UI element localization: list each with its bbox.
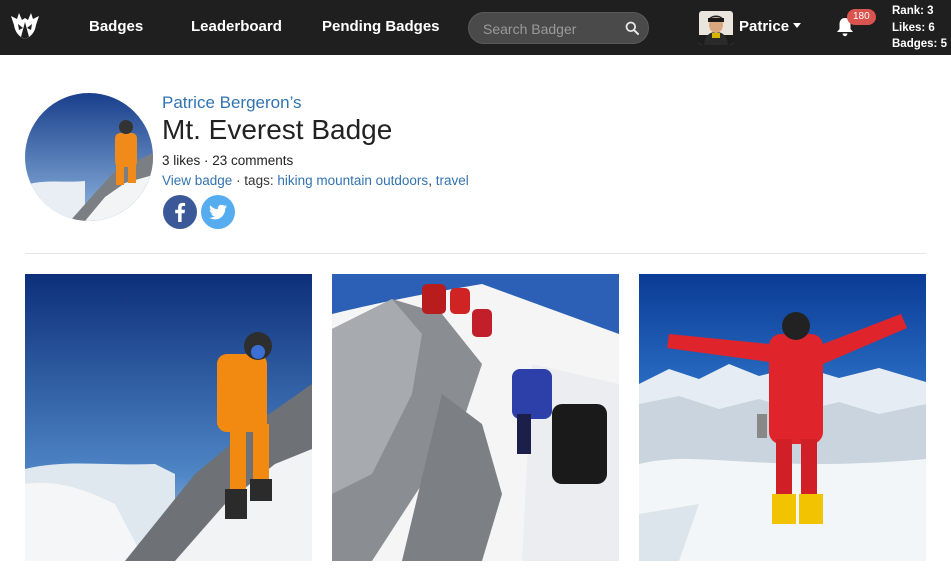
likes-comments-count: 3 likes · 23 comments	[162, 153, 294, 168]
likes-stat: Likes: 6	[892, 21, 935, 34]
nav-link-leaderboard[interactable]: Leaderboard	[191, 18, 282, 35]
user-menu[interactable]: Patrice	[739, 18, 802, 35]
nav-link-pending-badges[interactable]: Pending Badges	[322, 18, 440, 35]
user-name: Patrice	[739, 18, 790, 35]
view-badge-link[interactable]: View badge	[162, 173, 232, 188]
caret-down-icon	[793, 23, 802, 28]
badger-logo-icon[interactable]	[9, 10, 41, 42]
rank-stat: Rank: 3	[892, 5, 934, 17]
search-box	[468, 12, 649, 44]
tag-link-travel[interactable]: travel	[436, 173, 469, 188]
twitter-share-button[interactable]	[201, 195, 235, 229]
nav-link-badges[interactable]: Badges	[89, 18, 143, 35]
tag-link-hiking-mountain-outdoors[interactable]: hiking mountain outdoors	[277, 173, 428, 188]
climber-red-suit-summit-photo[interactable]	[639, 274, 926, 561]
badge-title: Mt. Everest Badge	[162, 114, 393, 145]
climber-orange-suit-photo[interactable]	[25, 274, 312, 561]
climbers-on-ridge-photo[interactable]	[332, 274, 619, 561]
notification-count-badge[interactable]: 180	[847, 9, 876, 25]
user-stats: Rank: 3 Likes: 6 Badges: 5	[892, 3, 947, 53]
top-navbar: Badges Leaderboard Pending Badges Patric…	[0, 0, 951, 55]
facebook-icon	[175, 202, 186, 222]
header-divider	[25, 253, 926, 254]
badge-links-row: View badge · tags: hiking mountain outdo…	[162, 173, 469, 188]
badge-profile-photo	[25, 93, 153, 221]
twitter-icon	[209, 204, 227, 220]
tag-separator: ,	[428, 173, 436, 188]
user-avatar[interactable]	[699, 11, 733, 45]
badges-stat: Badges: 5	[892, 38, 947, 50]
search-icon[interactable]	[625, 21, 639, 35]
tags-label: · tags:	[232, 173, 278, 188]
badge-owner-link[interactable]: Patrice Bergeron’s	[162, 93, 302, 113]
facebook-share-button[interactable]	[163, 195, 197, 229]
search-input[interactable]	[483, 20, 623, 38]
